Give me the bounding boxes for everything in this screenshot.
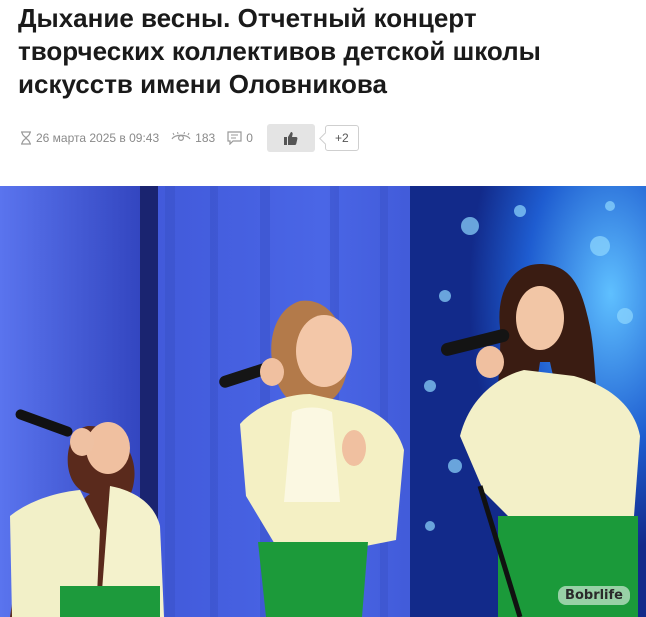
article-meta: 26 марта 2025 в 09:43 183 0 +2 (20, 123, 630, 153)
article-photo: Bobrlife (0, 186, 646, 617)
article-title: Дыхание весны. Отчетный концерт творческ… (18, 3, 541, 99)
comment-icon (227, 131, 242, 145)
views-item: 183 (171, 131, 215, 145)
eye-icon (171, 132, 191, 144)
photo-watermark: Bobrlife (558, 586, 630, 605)
comments-count: 0 (246, 131, 253, 145)
thumbs-up-icon (283, 131, 298, 146)
hourglass-icon (20, 131, 32, 145)
publish-date: 26 марта 2025 в 09:43 (36, 131, 160, 145)
comments-item[interactable]: 0 (227, 131, 253, 145)
like-button[interactable] (266, 124, 315, 152)
like-count: +2 (324, 125, 359, 151)
views-count: 183 (195, 131, 216, 145)
date-item: 26 марта 2025 в 09:43 (20, 131, 159, 145)
